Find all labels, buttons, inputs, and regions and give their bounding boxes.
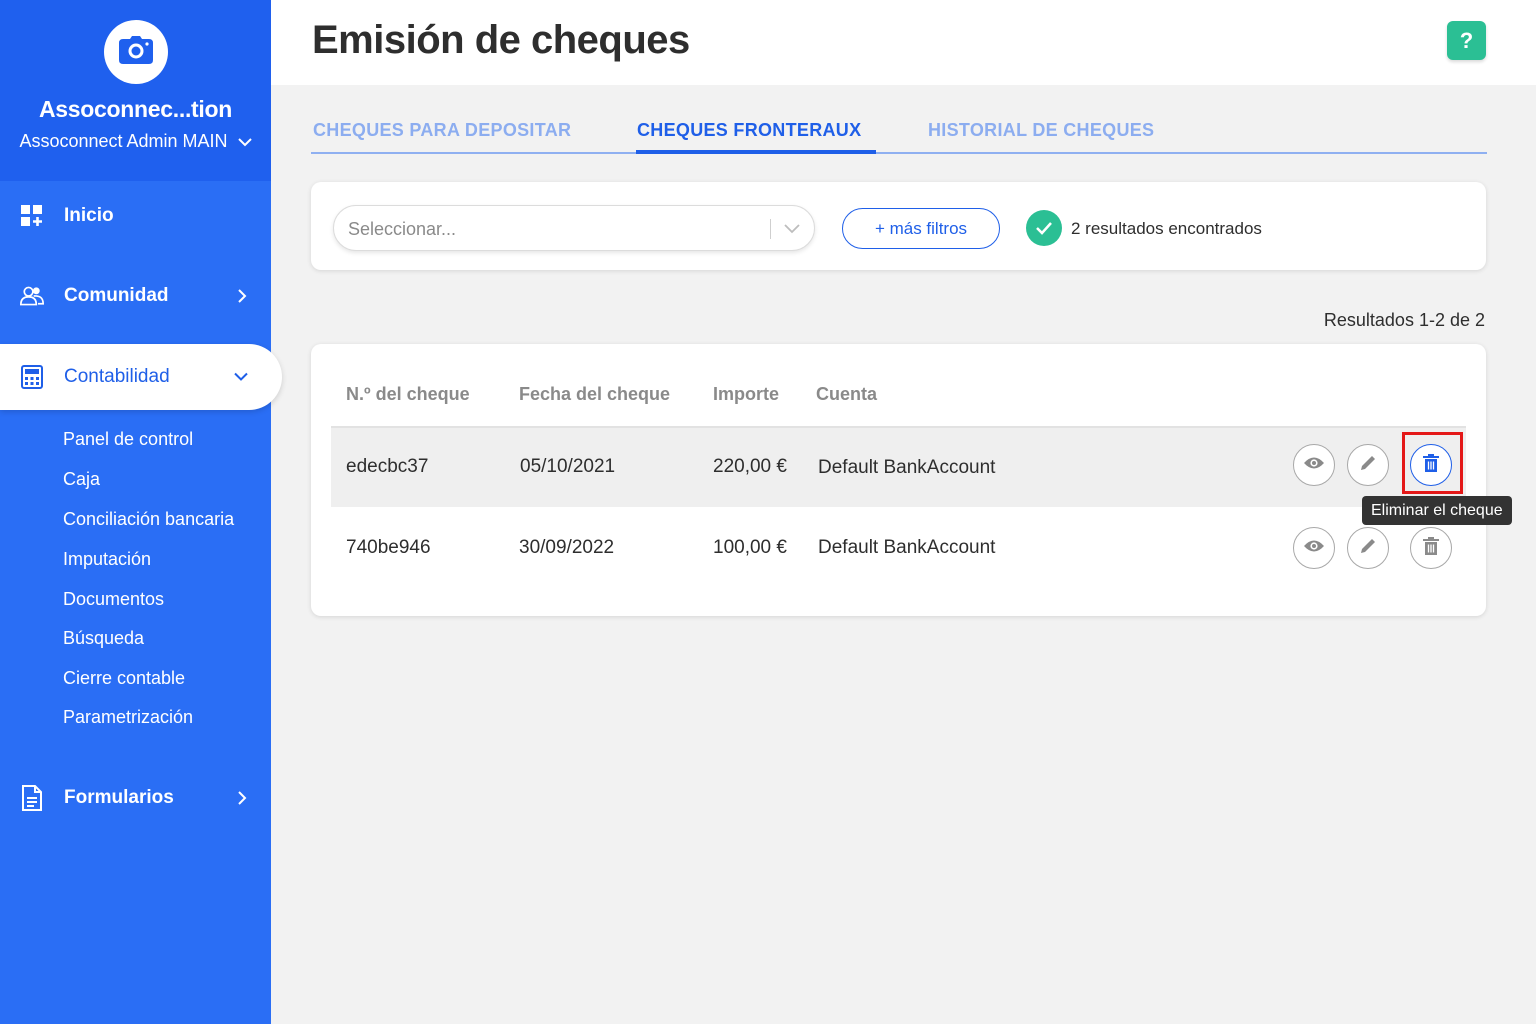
more-filters-button[interactable]: + más filtros <box>842 208 1000 249</box>
sidebar-subitem-caja[interactable]: Caja <box>63 469 100 490</box>
dashboard-icon <box>20 204 44 228</box>
sidebar-subitem-conciliacion-bancaria[interactable]: Conciliación bancaria <box>63 509 234 530</box>
delete-button[interactable] <box>1410 527 1452 569</box>
cell-amount: 220,00 € <box>713 456 787 477</box>
cell-number: edecbc37 <box>346 456 429 477</box>
delete-tooltip: Eliminar el cheque <box>1362 496 1512 525</box>
highlight-box <box>1402 432 1463 494</box>
sidebar-item-comunidad[interactable]: Comunidad <box>0 270 271 322</box>
check-icon <box>1026 210 1062 246</box>
column-header-amount[interactable]: Importe <box>713 384 779 405</box>
sidebar-item-label: Comunidad <box>64 285 169 306</box>
org-sub-label: Assoconnect Admin MAIN <box>19 131 228 151</box>
tabs-divider <box>311 152 1487 154</box>
column-header-account[interactable]: Cuenta <box>816 384 877 405</box>
view-button[interactable] <box>1293 527 1335 569</box>
tab-historial-de-cheques[interactable]: HISTORIAL DE CHEQUES <box>928 120 1154 141</box>
edit-button[interactable] <box>1347 527 1389 569</box>
cell-date: 30/09/2022 <box>519 537 615 558</box>
cell-account: Default BankAccount <box>818 537 996 558</box>
pencil-icon <box>1359 537 1377 560</box>
active-tab-indicator <box>636 150 876 154</box>
sidebar-item-contabilidad[interactable]: Contabilidad <box>0 344 282 410</box>
help-label: ? <box>1459 27 1474 53</box>
org-logo[interactable] <box>103 20 168 84</box>
chevron-down-icon <box>234 372 248 382</box>
sidebar-item-label: Formularios <box>64 787 174 808</box>
sidebar-subitem-parametrizacion[interactable]: Parametrización <box>63 707 193 728</box>
sidebar-item-inicio[interactable]: Inicio <box>0 190 271 242</box>
cell-account: Default BankAccount <box>818 457 996 478</box>
sidebar-subitem-documentos[interactable]: Documentos <box>63 589 164 610</box>
page-header: Emisión de cheques ? <box>271 0 1536 85</box>
pencil-icon <box>1359 454 1377 477</box>
help-button[interactable]: ? <box>1447 21 1486 60</box>
column-header-number[interactable]: N.º del cheque <box>346 384 470 405</box>
chevron-right-icon <box>238 289 247 303</box>
sidebar: Assoconnec...tion Assoconnect Admin MAIN… <box>0 0 282 1024</box>
calculator-icon <box>20 365 44 389</box>
cell-amount: 100,00 € <box>713 537 787 558</box>
sidebar-subitem-cierre-contable[interactable]: Cierre contable <box>63 668 185 689</box>
camera-icon <box>118 35 153 69</box>
chevron-down-icon <box>784 221 800 239</box>
edit-button[interactable] <box>1347 444 1389 486</box>
sidebar-subitem-imputacion[interactable]: Imputación <box>63 549 151 570</box>
filter-select[interactable]: Seleccionar... <box>333 205 815 251</box>
eye-icon <box>1303 456 1325 475</box>
cell-date: 05/10/2021 <box>520 456 616 477</box>
select-separator <box>770 219 771 239</box>
select-placeholder: Seleccionar... <box>348 219 457 239</box>
view-button[interactable] <box>1293 444 1335 486</box>
column-header-date[interactable]: Fecha del cheque <box>519 384 670 405</box>
tab-cheques-fronteraux[interactable]: CHEQUES FRONTERAUX <box>637 120 861 141</box>
users-icon <box>20 284 44 308</box>
results-range: Resultados 1-2 de 2 <box>1323 310 1485 330</box>
sidebar-subitem-busqueda[interactable]: Búsqueda <box>63 628 144 649</box>
chevron-right-icon <box>238 791 247 805</box>
org-name: Assoconnec...tion <box>39 96 232 122</box>
sidebar-subitem-panel-de-control[interactable]: Panel de control <box>63 429 193 450</box>
eye-icon <box>1303 539 1325 558</box>
page-title: Emisión de cheques <box>312 18 690 62</box>
sidebar-item-formularios[interactable]: Formularios <box>0 772 271 824</box>
chevron-down-icon <box>237 131 252 152</box>
table-divider <box>331 426 1466 428</box>
org-switcher[interactable]: Assoconnect Admin MAIN <box>19 131 252 152</box>
tab-cheques-para-depositar[interactable]: CHEQUES PARA DEPOSITAR <box>313 120 571 141</box>
org-header: Assoconnec...tion Assoconnect Admin MAIN <box>0 0 271 181</box>
document-icon <box>20 785 44 811</box>
results-count: 2 resultados encontrados <box>1071 219 1262 238</box>
sidebar-item-label: Contabilidad <box>64 366 170 387</box>
cell-number: 740be946 <box>346 537 431 558</box>
sidebar-item-label: Inicio <box>64 205 114 226</box>
trash-icon <box>1423 536 1439 560</box>
